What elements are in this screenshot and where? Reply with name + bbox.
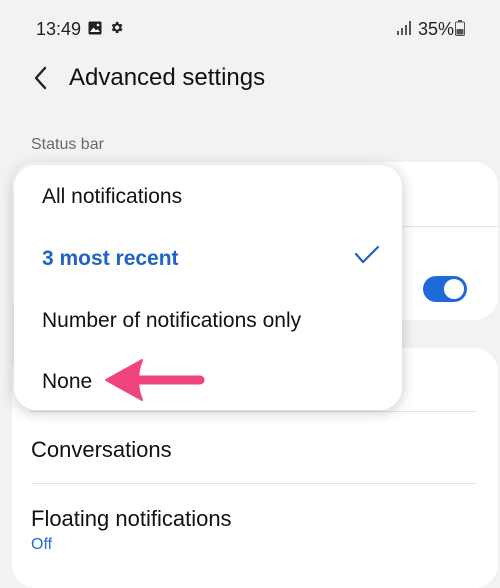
gallery-icon [88, 21, 102, 35]
status-bar-toggle[interactable] [423, 276, 467, 302]
battery-icon [455, 20, 465, 36]
option-number-only[interactable]: Number of notifications only [42, 309, 301, 333]
option-all-notifications[interactable]: All notifications [42, 185, 182, 209]
back-arrow-icon[interactable] [28, 62, 56, 94]
signal-icon [397, 21, 411, 35]
notification-count-popup: All notifications 3 most recent Number o… [14, 165, 402, 410]
floating-notifications-item[interactable]: Floating notifications [31, 506, 232, 532]
card-divider [402, 226, 498, 227]
section-label-status-bar: Status bar [31, 136, 104, 153]
floating-notifications-value: Off [31, 536, 53, 553]
battery-percent: 35% [418, 19, 455, 39]
checkmark-icon [354, 245, 380, 264]
conversations-item[interactable]: Conversations [31, 437, 172, 463]
row-divider [31, 483, 476, 484]
option-3-most-recent[interactable]: 3 most recent [42, 247, 179, 271]
status-time: 13:49 [36, 19, 82, 39]
annotation-arrow-icon [105, 359, 205, 401]
status-bar: 13:49 35% [0, 0, 500, 58]
page-title: Advanced settings [69, 64, 266, 91]
toggle-knob [444, 279, 464, 299]
gear-icon [111, 21, 123, 34]
app-header: Advanced settings [0, 58, 500, 98]
row-divider [31, 411, 476, 412]
option-none[interactable]: None [42, 370, 92, 394]
